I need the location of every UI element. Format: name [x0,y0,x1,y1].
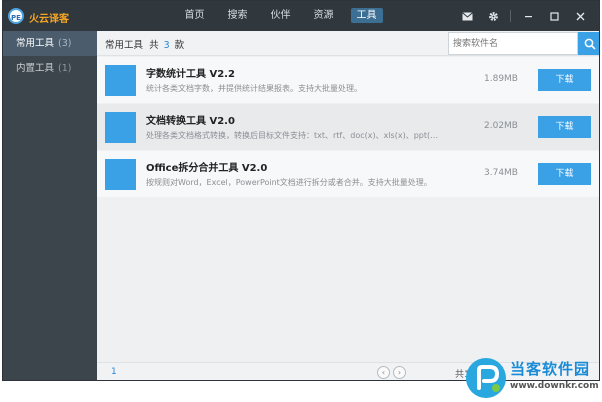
tool-icon [105,159,136,190]
tool-name: Office拆分合并工具 V2.0 [146,163,268,174]
sidebar-item-builtin-tools[interactable]: 内置工具 (1) [3,56,97,81]
list-header: 常用工具 共3款 [97,31,599,56]
tool-size: 2.02MB [484,121,518,131]
nav-resources[interactable]: 资源 [302,1,345,31]
title-bar: PE 火云译客 首页 搜索 伙伴 资源 工具 [3,1,599,31]
category-summary: 常用工具 共3款 [105,40,185,51]
tool-icon [105,112,136,143]
sidebar-item-label: 内置工具 [16,63,55,74]
current-page[interactable]: 1 [111,367,117,377]
tool-name: 文档转换工具 V2.0 [146,116,235,127]
download-button[interactable]: 下载 [538,116,591,138]
main-panel: 常用工具 共3款 字数统计工具 V2.2 统计各类文档字数，并提供统计结果报表。… [97,31,599,380]
tool-icon [105,65,136,96]
tool-count: 3 [163,40,170,51]
list-item: 字数统计工具 V2.2 统计各类文档字数，并提供统计结果报表。支持大批量处理。 … [97,57,599,103]
tool-name: 字数统计工具 V2.2 [146,69,235,80]
next-page-button[interactable]: › [393,366,406,379]
window-controls [454,1,593,31]
list-item: Office拆分合并工具 V2.0 按规则对Word，Excel，PowerPo… [97,151,599,197]
download-button[interactable]: 下载 [538,163,591,185]
tool-description: 按规则对Word，Excel，PowerPoint文档进行拆分或者合并。支持大批… [146,178,432,187]
download-button[interactable]: 下载 [538,69,591,91]
tool-description: 统计各类文档字数，并提供统计结果报表。支持大批量处理。 [146,84,362,93]
list-item: 文档转换工具 V2.0 处理各类文档格式转换，转换后目标文件支持：txt、rtf… [97,104,599,150]
watermark-text: 当客软件园 [510,360,591,378]
prev-page-button[interactable]: ‹ [377,366,390,379]
tool-size: 3.74MB [484,168,518,178]
gear-icon[interactable] [480,1,506,31]
nav-tools[interactable]: 工具 [345,1,388,31]
sidebar-item-count: (1) [58,63,72,74]
nav-home[interactable]: 首页 [173,1,216,31]
app-name: 火云译客 [29,14,69,25]
tool-size: 1.89MB [484,74,518,84]
search-icon [584,38,596,50]
tool-description: 处理各类文档格式转换，转换后目标文件支持：txt、rtf、doc(x)、xls(… [146,131,441,140]
main-nav: 首页 搜索 伙伴 资源 工具 [173,1,388,31]
search-input[interactable] [448,32,578,55]
site-watermark: 当客软件园 www.downkr.com [466,356,602,402]
sidebar-item-common-tools[interactable]: 常用工具 (3) [3,31,97,56]
sidebar: 常用工具 (3) 内置工具 (1) [3,31,97,380]
watermark-url: www.downkr.com [510,381,599,391]
sidebar-item-count: (3) [58,38,72,49]
maximize-icon[interactable] [541,1,567,31]
close-icon[interactable] [567,1,593,31]
controls-divider [510,10,511,22]
app-window: PE 火云译客 首页 搜索 伙伴 资源 工具 常用工具 (3) 内置工具 (1)… [2,0,600,381]
watermark-logo-icon [466,358,506,398]
mail-icon[interactable] [454,1,480,31]
nav-partners[interactable]: 伙伴 [259,1,302,31]
nav-search[interactable]: 搜索 [216,1,259,31]
sidebar-item-label: 常用工具 [16,38,55,49]
search-button[interactable] [578,32,599,55]
app-logo: PE [8,8,24,24]
minimize-icon[interactable] [515,1,541,31]
tool-list: 字数统计工具 V2.2 统计各类文档字数，并提供统计结果报表。支持大批量处理。 … [97,57,599,198]
